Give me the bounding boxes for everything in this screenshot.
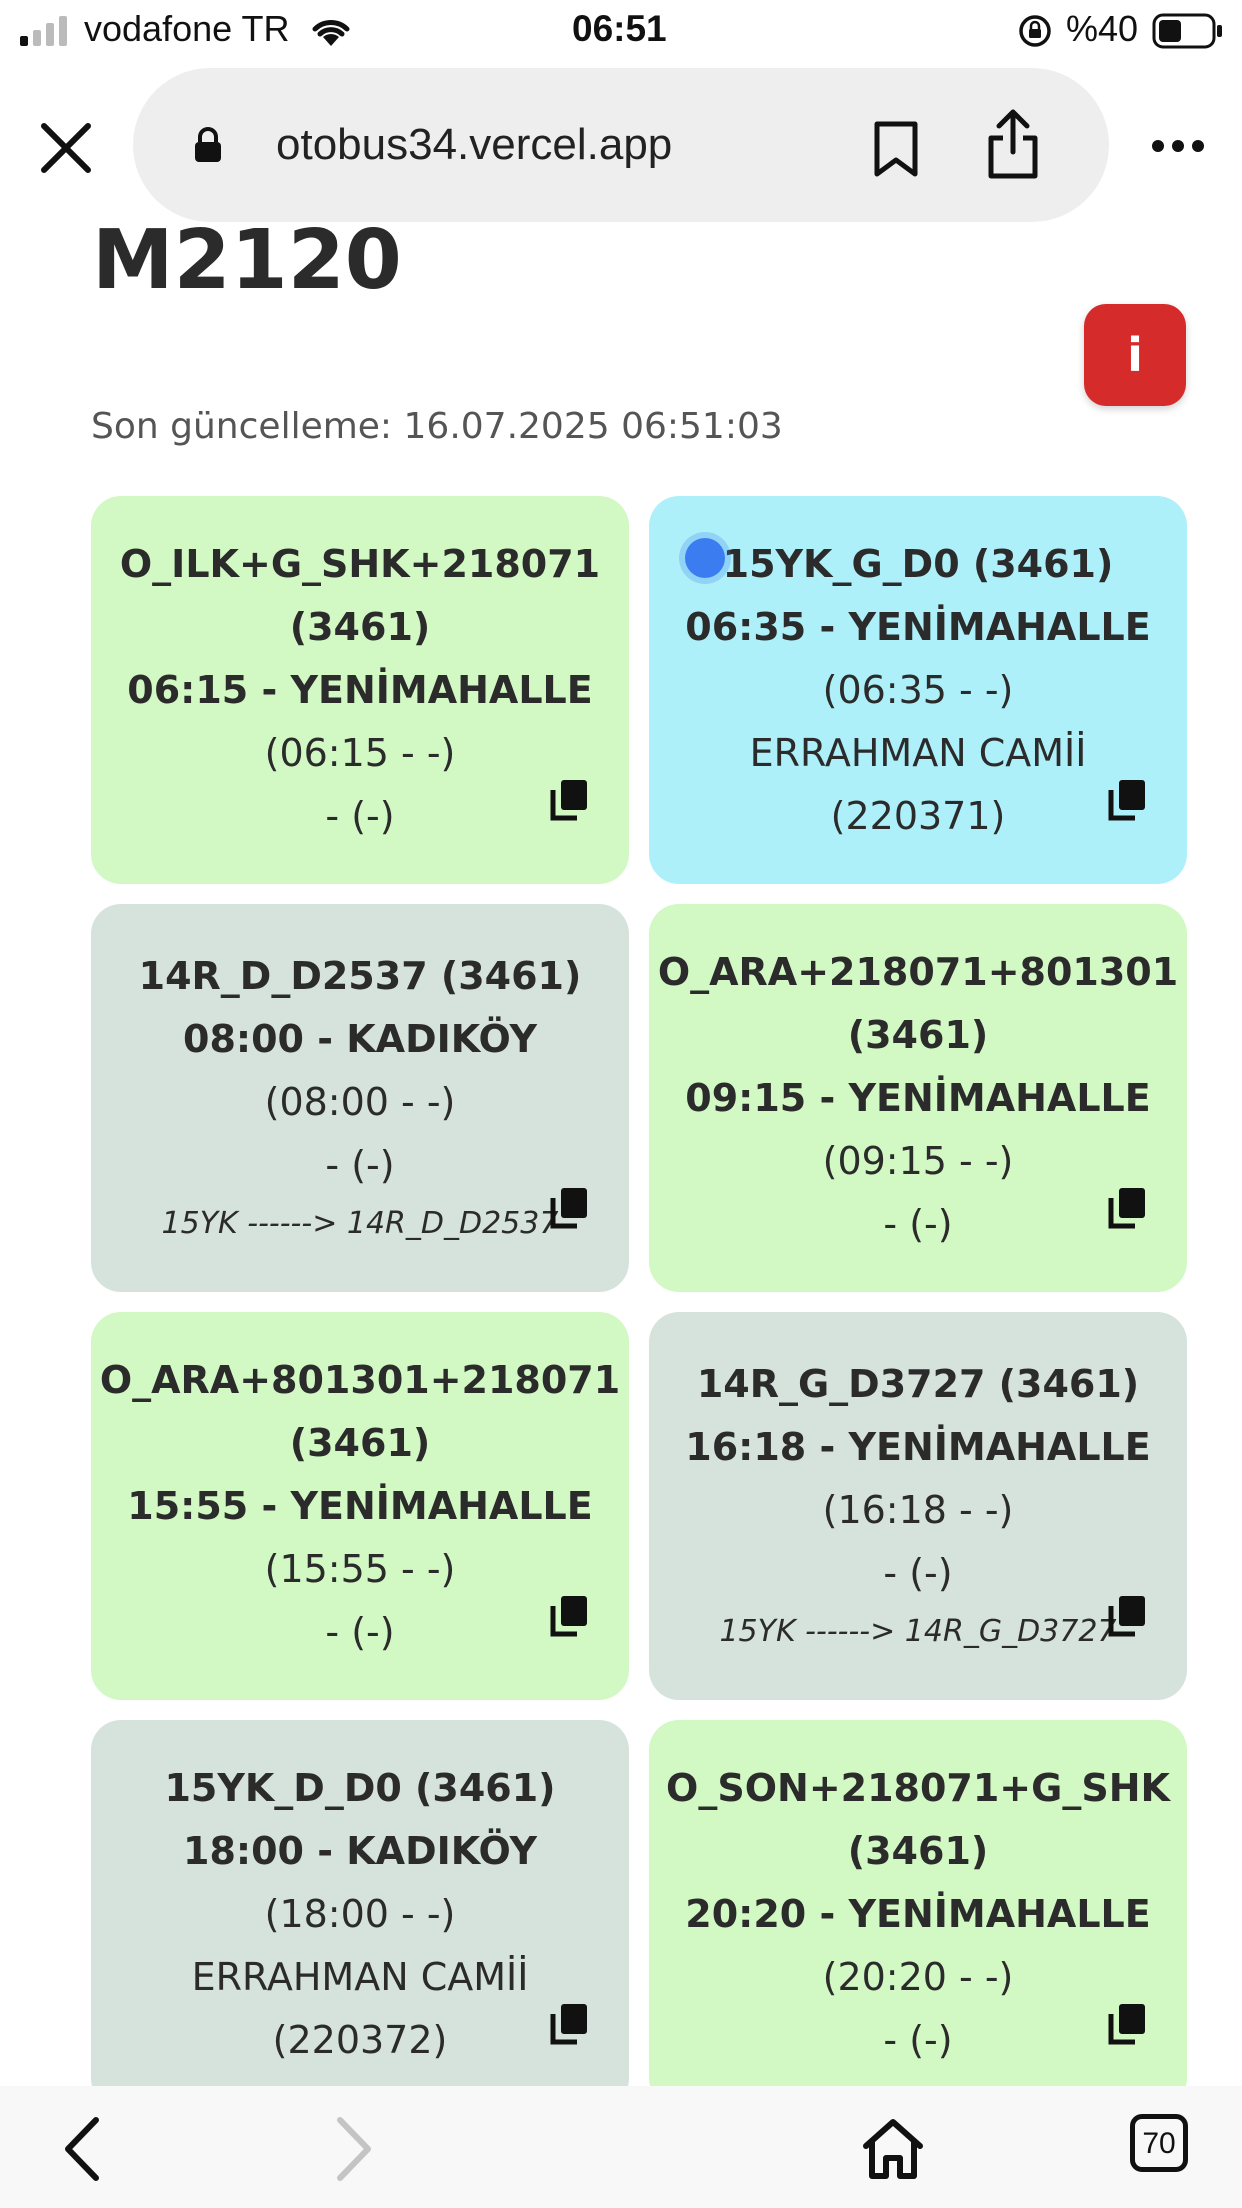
home-icon[interactable] — [862, 2116, 924, 2180]
trip-card[interactable]: O_ARA+218071+801301 (3461) 09:15 - YENİMAH… — [649, 904, 1187, 1292]
trip-card[interactable]: 14R_G_D3727 (3461) 16:18 - YENİMAHALLE (16… — [649, 1312, 1187, 1700]
trip-card[interactable]: O_ILK+G_SHK+218071 (3461) 06:15 - YENİMAHA… — [91, 496, 629, 884]
trip-card-line: (220371) — [830, 793, 1006, 838]
url-text: otobus34.vercel.app — [276, 120, 673, 169]
trip-card[interactable]: 15YK_D_D0 (3461) 18:00 - KADIKÖY (18:00 - … — [91, 1720, 629, 2108]
wifi-icon — [312, 20, 350, 46]
trip-card-line: (06:35 - -) — [822, 667, 1014, 712]
last-update-label: Son güncelleme: — [91, 406, 393, 447]
trip-card-line: (220372) — [272, 2017, 448, 2062]
trip-card-line: (06:15 - -) — [264, 730, 456, 775]
forward-icon[interactable] — [330, 2114, 378, 2184]
more-icon[interactable] — [1150, 138, 1206, 154]
copy-icon[interactable] — [549, 1594, 589, 1638]
trip-card-line: (3461) — [847, 1012, 989, 1057]
trip-card-line: (3461) — [289, 1420, 431, 1465]
close-icon[interactable] — [36, 118, 96, 178]
lock-icon — [195, 127, 221, 162]
copy-icon[interactable] — [1107, 1594, 1147, 1638]
trip-card-line: 16:18 - YENİMAHALLE — [685, 1425, 1151, 1469]
trip-card-line: - (-) — [325, 1143, 395, 1187]
status-bar: vodafone TR 06:51 %40 — [0, 0, 1242, 64]
trip-card-line: 15YK_G_D0 (3461) — [722, 541, 1114, 586]
trip-card-line: 09:15 - YENİMAHALLE — [685, 1075, 1151, 1120]
trip-card-line: 18:00 - KADIKÖY — [183, 1828, 537, 1873]
orientation-lock-icon — [1019, 15, 1051, 47]
trip-card[interactable]: O_SON+218071+G_SHK (3461) 20:20 - YENİMAHA… — [649, 1720, 1187, 2108]
trip-card-line: - (-) — [325, 793, 395, 838]
trip-card-line: 08:00 - KADIKÖY — [183, 1017, 537, 1061]
trip-card-line: ERRAHMAN CAMİİ — [191, 1954, 529, 1999]
clock: 06:51 — [572, 8, 667, 49]
copy-icon[interactable] — [1107, 778, 1147, 822]
page-title: M2120 — [92, 213, 402, 308]
trip-card-line: 06:15 - YENİMAHALLE — [127, 667, 593, 712]
trip-card-line: (16:18 - -) — [822, 1488, 1014, 1532]
copy-icon[interactable] — [549, 1186, 589, 1230]
trip-card-line: (18:00 - -) — [264, 1891, 456, 1936]
copy-icon[interactable] — [549, 2002, 589, 2046]
browser-toolbar: otobus34.vercel.app — [0, 64, 1242, 224]
trip-card-line: (20:20 - -) — [822, 1954, 1014, 1999]
trip-card-line: O_ARA+801301+218071 — [99, 1357, 621, 1402]
browser-bottom-bar: 70 — [0, 2086, 1242, 2208]
trip-card-line: - (-) — [883, 2017, 953, 2062]
trip-card[interactable]: O_ARA+801301+218071 (3461) 15:55 - YENİMAH… — [91, 1312, 629, 1700]
copy-icon[interactable] — [549, 778, 589, 822]
trip-card-line: 14R_G_D3727 (3461) — [696, 1362, 1140, 1406]
trip-card-line: - (-) — [883, 1551, 953, 1595]
battery-percent: %40 — [1066, 8, 1139, 49]
trip-grid: O_ILK+G_SHK+218071 (3461) 06:15 - YENİMAHA… — [91, 496, 1187, 2108]
trip-card-line: 15:55 - YENİMAHALLE — [127, 1483, 593, 1528]
trip-card-line: 15YK_D_D0 (3461) — [164, 1765, 556, 1810]
trip-card-line: O_ILK+G_SHK+218071 — [119, 541, 601, 586]
trip-card-line: 06:35 - YENİMAHALLE — [685, 604, 1151, 649]
trip-card-line: 14R_D_D2537 (3461) — [138, 954, 582, 998]
trip-card-line: (3461) — [289, 604, 431, 649]
trip-card[interactable]: 14R_D_D2537 (3461) 08:00 - KADIKÖY (08:00 … — [91, 904, 629, 1292]
tabs-icon[interactable]: 70 — [1130, 2114, 1188, 2172]
trip-card-line: O_SON+218071+G_SHK — [666, 1765, 1170, 1810]
share-icon[interactable] — [985, 108, 1041, 180]
trip-card-line: (3461) — [847, 1828, 989, 1873]
bookmark-icon[interactable] — [871, 120, 921, 178]
info-button[interactable]: i — [1084, 304, 1186, 406]
battery-icon — [1152, 13, 1222, 49]
signal-icon — [20, 16, 67, 46]
last-update: Son güncelleme: 16.07.2025 06:51:03 — [91, 406, 783, 447]
trip-card-line: ERRAHMAN CAMİİ — [749, 730, 1087, 775]
back-icon[interactable] — [58, 2114, 106, 2184]
trip-card-line: - (-) — [883, 1201, 953, 1246]
address-bar[interactable]: otobus34.vercel.app — [133, 68, 1109, 222]
transfer-note: 15YK ------> 14R_D_D2537 — [161, 1206, 559, 1241]
trip-card-line: (09:15 - -) — [822, 1138, 1014, 1183]
trip-card-line: 20:20 - YENİMAHALLE — [685, 1891, 1151, 1936]
trip-card-line: O_ARA+218071+801301 — [657, 949, 1179, 994]
trip-card[interactable]: 15YK_G_D0 (3461) 06:35 - YENİMAHALLE (06:3… — [649, 496, 1187, 884]
trip-card-line: - (-) — [325, 1609, 395, 1654]
copy-icon[interactable] — [1107, 2002, 1147, 2046]
transfer-note: 15YK ------> 14R_G_D3727 — [719, 1614, 1117, 1649]
trip-card-line: (08:00 - -) — [264, 1080, 456, 1124]
trip-card-line: (15:55 - -) — [264, 1546, 456, 1591]
copy-icon[interactable] — [1107, 1186, 1147, 1230]
live-location-dot — [685, 538, 725, 578]
carrier-name: vodafone TR — [84, 8, 290, 49]
last-update-value: 16.07.2025 06:51:03 — [403, 406, 783, 447]
